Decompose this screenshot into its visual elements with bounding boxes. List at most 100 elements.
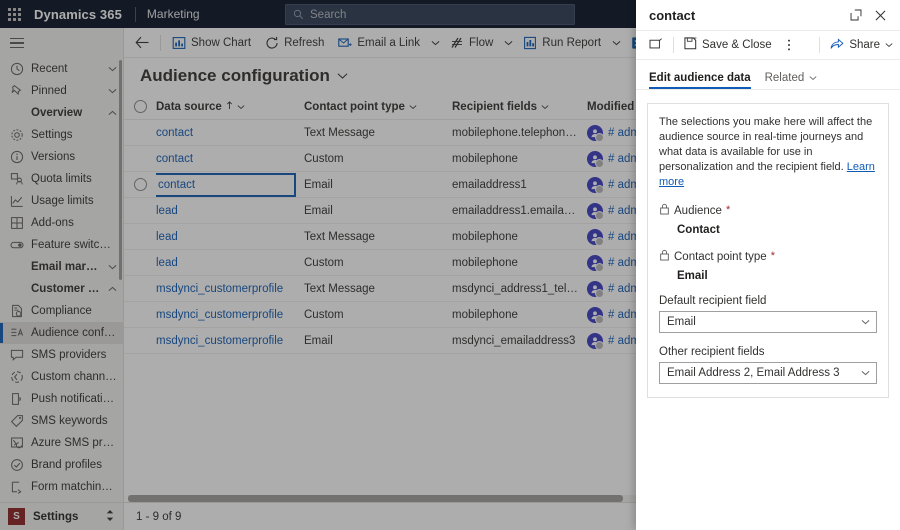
chevron-up-icon[interactable] [107, 110, 117, 116]
sidebar-item-usage-limits[interactable]: Usage limits [0, 190, 123, 212]
row-select-radio[interactable] [133, 178, 147, 191]
chevron-down-icon[interactable] [541, 101, 549, 113]
new-record-button[interactable] [642, 32, 670, 58]
sidebar-item-add-ons[interactable]: Add-ons [0, 212, 123, 234]
sidebar-item-quota-limits[interactable]: Quota limits [0, 168, 123, 190]
chevron-down-icon[interactable] [107, 88, 117, 94]
audience-label: Audience [674, 204, 722, 217]
save-and-close-button[interactable]: Save & Close [677, 32, 779, 58]
chat-icon [10, 348, 24, 362]
chevron-down-icon[interactable] [500, 30, 516, 56]
share-button[interactable]: Share [823, 32, 900, 58]
nav-scrollbar[interactable] [119, 60, 122, 280]
sidebar-item-form-matching-st[interactable]: Form matching st [0, 476, 123, 498]
chart-icon [172, 36, 186, 50]
data-source-link[interactable]: contact [156, 153, 193, 165]
data-source-link[interactable]: contact [158, 179, 195, 191]
chevron-down-icon[interactable] [859, 319, 871, 325]
sidebar-item-customer-engagement[interactable]: Customer engagement [0, 278, 123, 300]
chevron-down-icon[interactable] [608, 30, 624, 56]
column-header-label: Data source [156, 100, 222, 113]
brand-title[interactable]: Dynamics 365 [28, 7, 122, 22]
sidebar-item-pinned[interactable]: Pinned [0, 80, 123, 102]
app-switcher[interactable]: S Settings [0, 502, 123, 530]
sidebar-item-recent[interactable]: Recent [0, 58, 123, 80]
default-recipient-field-select[interactable]: Email [659, 311, 877, 333]
cell-data-source[interactable]: msdynci_customerprofile [156, 335, 304, 347]
command-label: Email a Link [357, 36, 421, 49]
refresh-icon [265, 36, 279, 50]
sidebar-item-settings[interactable]: Settings [0, 124, 123, 146]
cell-data-source[interactable]: lead [156, 231, 304, 243]
sidebar-item-email-marketing[interactable]: Email marketing [0, 256, 123, 278]
sidebar-item-brand-profiles[interactable]: Brand profiles [0, 454, 123, 476]
search-icon [293, 9, 304, 20]
email-a-link-button[interactable]: Email a Link [331, 30, 427, 56]
column-header-contact-point-type[interactable]: Contact point type [304, 101, 452, 113]
data-source-link[interactable]: msdynci_customerprofile [156, 335, 283, 347]
cell-recipient-fields: mobilephone [452, 256, 518, 269]
sidebar-item-sms-keywords[interactable]: SMS keywords [0, 410, 123, 432]
data-source-link[interactable]: lead [156, 257, 178, 269]
hamburger-icon[interactable] [10, 37, 24, 49]
sidebar-item-label: Add-ons [31, 217, 74, 229]
cell-data-source[interactable]: contact [156, 153, 304, 165]
no-icon [10, 106, 24, 120]
more-options-icon[interactable] [779, 32, 799, 58]
show-chart-button[interactable]: Show Chart [165, 30, 258, 56]
data-source-link[interactable]: lead [156, 205, 178, 217]
selected-cell[interactable]: contact [156, 172, 296, 197]
back-arrow-icon[interactable] [128, 29, 156, 57]
sidebar-item-audience-configu[interactable]: Audience configu... [0, 322, 123, 344]
chevron-down-icon[interactable] [237, 101, 245, 113]
sidebar-item-versions[interactable]: Versions [0, 146, 123, 168]
tab-edit-audience-data[interactable]: Edit audience data [649, 72, 751, 89]
chevron-down-icon[interactable] [859, 370, 871, 376]
search-input[interactable]: Search [285, 4, 575, 25]
chevron-up-icon[interactable] [107, 286, 117, 292]
chevron-down-icon[interactable] [107, 264, 117, 270]
data-source-link[interactable]: lead [156, 231, 178, 243]
flow-button[interactable]: Flow [443, 30, 500, 56]
share-icon [830, 37, 844, 53]
chevron-down-icon[interactable] [885, 39, 893, 51]
refresh-button[interactable]: Refresh [258, 30, 331, 56]
row-select-cell[interactable] [124, 178, 156, 191]
app-name-label[interactable]: Marketing [147, 7, 200, 21]
data-source-link[interactable]: contact [156, 127, 193, 139]
chevron-down-icon[interactable] [809, 72, 817, 84]
select-all-radio[interactable] [133, 100, 147, 113]
sidebar-item-azure-sms-preview[interactable]: Azure SMS preview [0, 432, 123, 454]
sidebar-item-custom-channels[interactable]: Custom channels [0, 366, 123, 388]
data-source-link[interactable]: msdynci_customerprofile [156, 309, 283, 321]
chevron-down-icon[interactable] [409, 101, 417, 113]
cell-data-source[interactable]: msdynci_customerprofile [156, 309, 304, 321]
app-launcher-icon[interactable] [0, 0, 28, 28]
sidebar-item-feature-switches[interactable]: Feature switches [0, 234, 123, 256]
other-recipient-fields-select[interactable]: Email Address 2, Email Address 3 [659, 362, 877, 384]
close-icon[interactable] [868, 3, 892, 27]
sidebar-item-label: Email marketing [31, 261, 100, 273]
cell-data-source[interactable]: contact [156, 127, 304, 139]
chevron-down-icon[interactable] [337, 72, 348, 80]
sidebar-item-sms-providers[interactable]: SMS providers [0, 344, 123, 366]
sidebar-item-compliance[interactable]: Compliance [0, 300, 123, 322]
data-source-link[interactable]: msdynci_customerprofile [156, 283, 283, 295]
sidebar-item-label: Recent [31, 63, 68, 75]
cell-data-source[interactable]: lead [156, 257, 304, 269]
column-header-data-source[interactable]: Data source [156, 101, 304, 113]
nav-collapse-row [0, 28, 123, 58]
tab-related[interactable]: Related [765, 72, 818, 89]
chevron-down-icon[interactable] [107, 66, 117, 72]
chevron-down-icon[interactable] [427, 30, 443, 56]
cell-data-source[interactable]: lead [156, 205, 304, 217]
column-header-recipient-fields[interactable]: Recipient fields [452, 101, 587, 113]
sidebar-item-label: Azure SMS preview [31, 437, 117, 449]
popout-icon[interactable] [844, 3, 868, 27]
cell-data-source[interactable]: msdynci_customerprofile [156, 283, 304, 295]
run-report-button[interactable]: Run Report [516, 30, 608, 56]
sidebar-item-label: Overview [31, 107, 83, 119]
sidebar-item-overview[interactable]: Overview [0, 102, 123, 124]
cell-data-source[interactable]: contact [156, 172, 304, 197]
sidebar-item-push-notifications[interactable]: Push notifications [0, 388, 123, 410]
